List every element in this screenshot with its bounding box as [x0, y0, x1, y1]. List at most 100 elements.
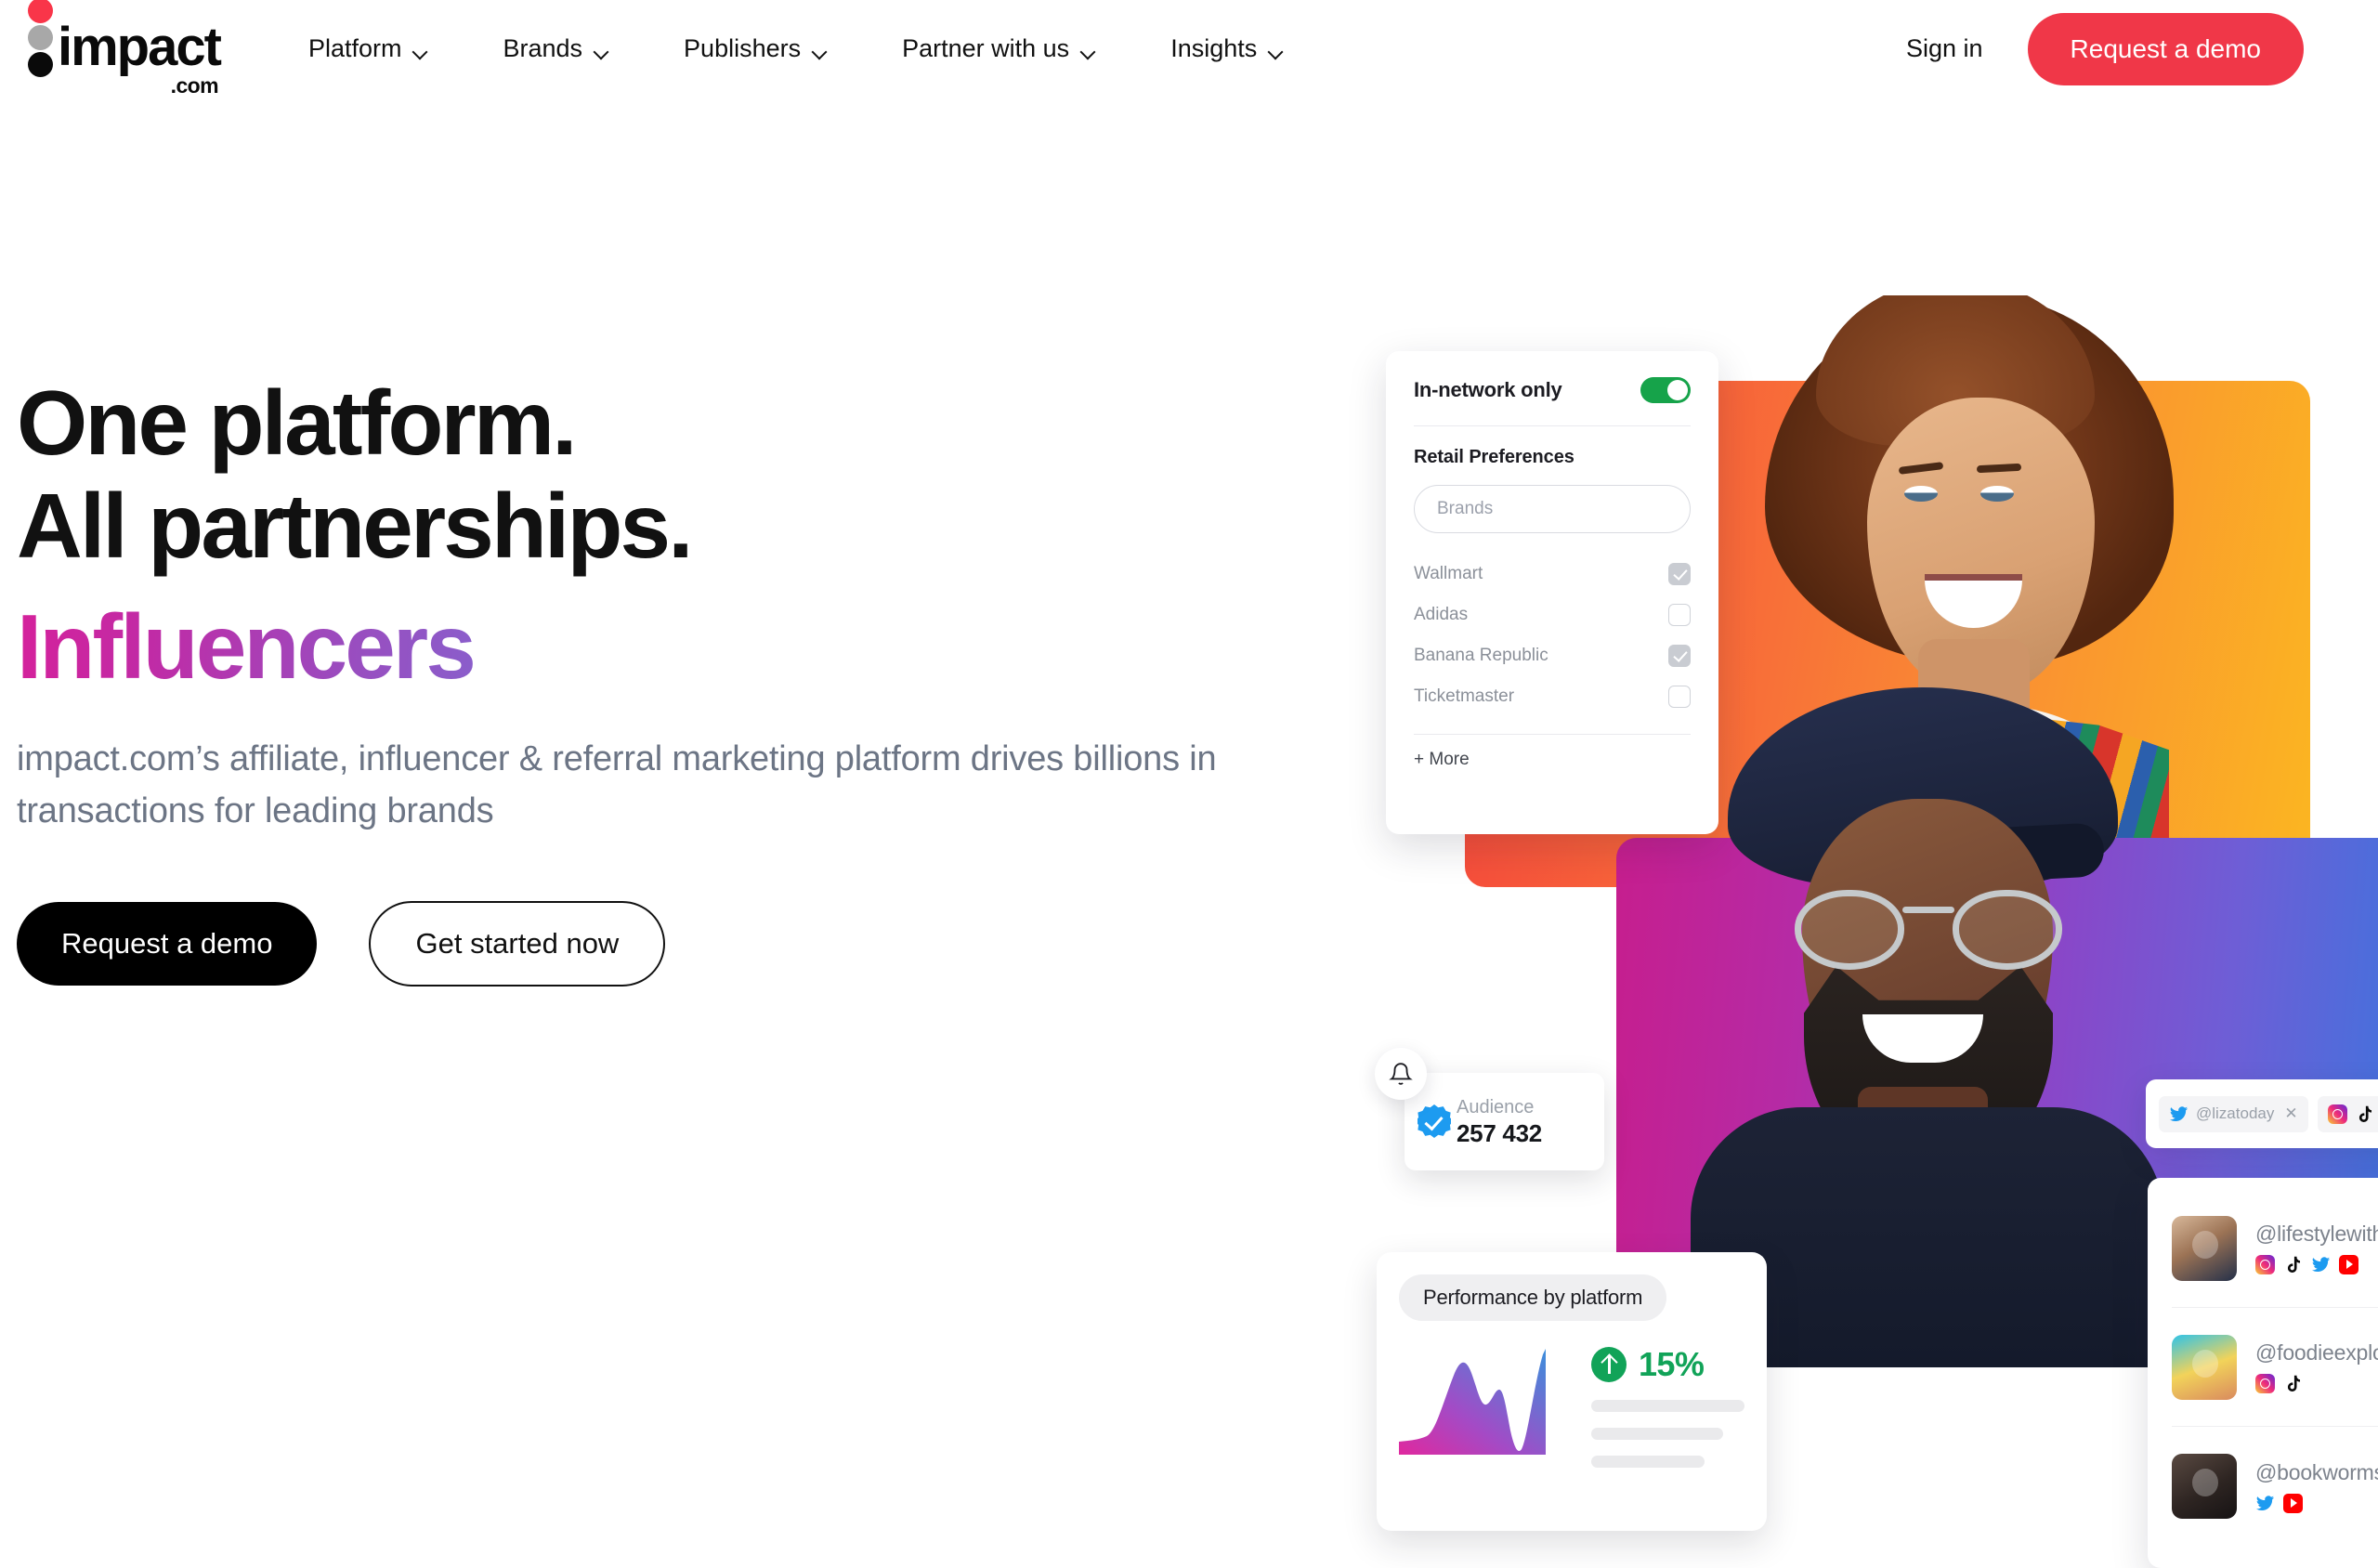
invite-row-bookwormsarah: @bookwormsarah Invite [2172, 1427, 2378, 1546]
nav-item-partner-with-us[interactable]: Partner with us [902, 34, 1096, 63]
impact-logo[interactable]: impact .com [28, 0, 222, 98]
instagram-icon [2255, 1374, 2275, 1393]
logo-dots-icon [28, 0, 53, 97]
invite-row-lifestylewithjane: @lifestylewithjane Invite [2172, 1189, 2378, 1308]
instagram-icon [2255, 1255, 2275, 1274]
creator-search-bar[interactable]: @lizatoday ✕ @lifestylewjane ✕ eliza [2146, 1079, 2378, 1148]
hero-headline-accent: Influencers [17, 595, 477, 699]
logo-suffix: .com [170, 72, 219, 98]
hero-visual: In-network only Retail Preferences Brand… [1338, 279, 2378, 1568]
skeleton-line [1591, 1456, 1705, 1468]
hero-headline-line1: One platform. [17, 372, 577, 474]
tag-handle: @lizatoday [2196, 1104, 2275, 1122]
preference-label: Ticketmaster [1414, 686, 1515, 706]
retail-preferences-label: Retail Preferences [1414, 447, 1574, 467]
audience-value: 257 432 [1457, 1118, 1542, 1147]
avatar [2172, 1454, 2237, 1519]
hero-subtitle: impact.com’s affiliate, influencer & ref… [17, 739, 1217, 831]
hero-copy: One platform. All partnerships. Influenc… [17, 372, 1224, 987]
chevron-down-icon [813, 46, 828, 55]
logo-wordmark: impact [58, 17, 222, 78]
invite-handle: @bookwormsarah [2255, 1459, 2378, 1484]
platform-icons [2255, 1374, 2378, 1393]
audience-card: Audience 257 432 [1405, 1073, 1604, 1170]
chevron-down-icon [594, 46, 609, 55]
site-header: impact .com Platform Brands Publishers P… [0, 0, 2378, 98]
twitter-icon [2169, 1105, 2189, 1121]
platform-icons [2255, 1493, 2378, 1513]
twitter-icon [2311, 1257, 2331, 1273]
invite-list-card: @lifestylewithjane Invite @foodieexplore… [2148, 1178, 2378, 1568]
invite-row-foodieexplorer: @foodieexplorer Invite [2172, 1308, 2378, 1427]
notification-bell-icon[interactable] [1375, 1048, 1427, 1100]
nav-label-insights: Insights [1170, 34, 1258, 62]
avatar [2172, 1334, 2237, 1400]
checkbox-ticketmaster[interactable] [1668, 686, 1691, 708]
instagram-icon [2327, 1104, 2347, 1124]
nav-item-insights[interactable]: Insights [1170, 34, 1284, 63]
logo-dot-black-icon [28, 51, 53, 77]
preference-label: Adidas [1414, 605, 1469, 624]
nav-label-partner-with-us: Partner with us [902, 34, 1070, 62]
performance-pill-label: Performance by platform [1399, 1274, 1667, 1321]
performance-delta: 15% [1639, 1345, 1705, 1383]
verified-badge-icon [1418, 1104, 1451, 1138]
hero-cta-row: Request a demo Get started now [17, 900, 1224, 987]
nav-item-publishers[interactable]: Publishers [684, 34, 828, 63]
nav-label-brands: Brands [503, 34, 583, 62]
youtube-icon [2339, 1255, 2358, 1274]
avatar [2172, 1215, 2237, 1281]
logo-dot-gray-icon [28, 24, 53, 50]
divider [1414, 734, 1691, 735]
more-link[interactable]: + More [1414, 750, 1470, 769]
twitter-icon [2255, 1495, 2275, 1510]
preference-row-adidas[interactable]: Adidas [1414, 595, 1691, 635]
in-network-card: In-network only Retail Preferences Brand… [1386, 351, 1718, 834]
tiktok-icon [2358, 1105, 2371, 1122]
preference-label: Banana Republic [1414, 646, 1548, 665]
preference-row-banana-republic[interactable]: Banana Republic [1414, 635, 1691, 676]
sign-in-link[interactable]: Sign in [1906, 34, 1983, 63]
search-tag-lizatoday[interactable]: @lizatoday ✕ [2159, 1095, 2308, 1132]
divider [1414, 425, 1691, 426]
hero-headline-line2: All partnerships. [17, 474, 693, 577]
brands-input[interactable]: Brands [1414, 485, 1691, 533]
platform-icons [2255, 1255, 2378, 1274]
search-tag-lifestylewjane[interactable]: @lifestylewjane ✕ [2317, 1095, 2378, 1132]
chevron-down-icon [1269, 46, 1284, 55]
checkbox-adidas[interactable] [1668, 604, 1691, 626]
chevron-down-icon [413, 46, 428, 55]
header-actions: Sign in Request a demo [1906, 12, 2304, 85]
preferences-list: Wallmart Adidas Banana Republic Ticketma… [1414, 554, 1691, 717]
skeleton-line [1591, 1400, 1744, 1412]
request-demo-button-header[interactable]: Request a demo [2027, 12, 2304, 85]
performance-card: Performance by platform 15% [1377, 1252, 1767, 1531]
main-navigation: Platform Brands Publishers Partner with … [308, 34, 1284, 63]
checkbox-wallmart[interactable] [1668, 563, 1691, 585]
performance-area-chart [1399, 1349, 1546, 1455]
nav-item-brands[interactable]: Brands [503, 34, 609, 63]
preference-label: Wallmart [1414, 564, 1483, 583]
in-network-toggle[interactable] [1640, 377, 1691, 403]
preference-row-ticketmaster[interactable]: Ticketmaster [1414, 676, 1691, 717]
request-demo-button-hero[interactable]: Request a demo [17, 901, 318, 986]
checkbox-banana-republic[interactable] [1668, 645, 1691, 667]
in-network-title: In-network only [1414, 378, 1562, 401]
creator-photo-man [1691, 687, 2164, 1367]
nav-label-publishers: Publishers [684, 34, 802, 62]
get-started-button[interactable]: Get started now [369, 900, 666, 987]
arrow-up-icon [1591, 1347, 1627, 1382]
nav-label-platform: Platform [307, 34, 402, 62]
tiktok-icon [2287, 1375, 2301, 1392]
remove-tag-icon[interactable]: ✕ [2284, 1104, 2297, 1123]
preference-row-wallmart[interactable]: Wallmart [1414, 554, 1691, 595]
chevron-down-icon [1081, 46, 1096, 55]
tiktok-icon [2287, 1256, 2301, 1274]
youtube-icon [2283, 1493, 2303, 1513]
invite-handle: @lifestylewithjane [2255, 1222, 2378, 1246]
nav-item-platform[interactable]: Platform [308, 34, 429, 63]
audience-label: Audience [1457, 1096, 1535, 1117]
invite-handle: @foodieexplorer [2255, 1340, 2378, 1365]
skeleton-line [1591, 1428, 1723, 1440]
logo-dot-red-icon [28, 0, 53, 23]
